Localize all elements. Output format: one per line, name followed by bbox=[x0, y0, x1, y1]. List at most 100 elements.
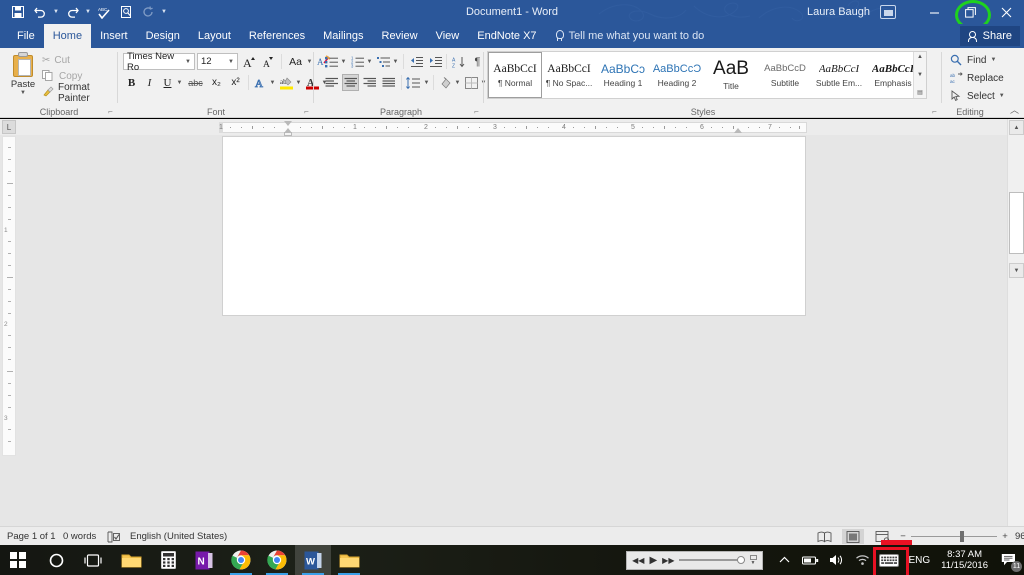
media-previous-icon[interactable]: ◀◀ bbox=[632, 556, 644, 565]
styles-gallery-scrollbar[interactable]: ▲ ▼ ▤ bbox=[913, 52, 926, 98]
underline-button[interactable]: U bbox=[159, 74, 176, 91]
styles-scroll-up-icon[interactable]: ▲ bbox=[917, 54, 923, 60]
right-indent-marker[interactable] bbox=[734, 128, 742, 133]
style-title[interactable]: AaB Title bbox=[704, 52, 758, 98]
media-play-icon[interactable]: ▶ bbox=[649, 555, 657, 566]
styles-gallery[interactable]: AaBbCcI ¶ Normal AaBbCcI ¶ No Spac... Aa… bbox=[487, 51, 927, 99]
change-case-dropdown-icon[interactable]: ▼ bbox=[306, 53, 313, 70]
styles-more-icon[interactable]: ▤ bbox=[917, 89, 923, 96]
battery-icon[interactable] bbox=[797, 545, 823, 575]
style-emphasis[interactable]: AaBbCcI Emphasis bbox=[866, 52, 920, 98]
media-control-widget[interactable]: ◀◀ ▶ ▶▶ ▼ bbox=[626, 550, 764, 570]
text-effects-button[interactable]: A bbox=[252, 74, 269, 91]
align-right-button[interactable] bbox=[361, 74, 378, 91]
multilevel-list-button[interactable] bbox=[375, 53, 392, 70]
share-button[interactable]: Share bbox=[959, 26, 1020, 46]
zoom-thumb[interactable] bbox=[960, 531, 964, 542]
shrink-font-button[interactable]: A bbox=[261, 53, 278, 70]
onenote-button[interactable]: N bbox=[186, 545, 222, 575]
text-highlight-color-button[interactable]: ab bbox=[278, 74, 295, 91]
tab-file[interactable]: File bbox=[8, 24, 44, 48]
vertical-ruler[interactable]: 1 2 3 bbox=[2, 136, 16, 456]
document-body-text[interactable] bbox=[223, 137, 805, 165]
style-no-spacing[interactable]: AaBbCcI ¶ No Spac... bbox=[542, 52, 596, 98]
align-center-button[interactable] bbox=[342, 74, 359, 91]
media-volume-track[interactable] bbox=[679, 556, 746, 564]
view-read-mode[interactable] bbox=[813, 529, 835, 544]
start-button[interactable] bbox=[0, 545, 36, 575]
change-case-button[interactable]: Aa bbox=[285, 53, 306, 70]
zoom-in-button[interactable]: + bbox=[997, 531, 1013, 542]
cortana-search-button[interactable] bbox=[38, 545, 74, 575]
show-hidden-icons-button[interactable] bbox=[771, 545, 797, 575]
underline-dropdown-icon[interactable]: ▼ bbox=[176, 74, 183, 91]
format-painter-button[interactable]: Format Painter bbox=[42, 82, 118, 104]
font-dialog-launcher[interactable]: ⌐ bbox=[302, 107, 311, 116]
language-indicator[interactable]: English (United States) bbox=[130, 527, 227, 546]
tab-review[interactable]: Review bbox=[373, 24, 427, 48]
tab-mailings[interactable]: Mailings bbox=[314, 24, 372, 48]
media-spinner-icon[interactable]: ▼ bbox=[750, 555, 758, 566]
touch-keyboard-icon[interactable] bbox=[873, 545, 910, 575]
volume-icon[interactable] bbox=[823, 545, 849, 575]
scroll-down-icon[interactable]: ▼ bbox=[1009, 263, 1024, 278]
tell-me-search[interactable]: Tell me what you want to do bbox=[546, 24, 713, 48]
view-print-layout[interactable] bbox=[842, 529, 864, 544]
style-heading-2[interactable]: AaBbCcƆ Heading 2 bbox=[650, 52, 704, 98]
subscript-button[interactable]: x₂ bbox=[208, 74, 225, 91]
media-next-icon[interactable]: ▶▶ bbox=[662, 556, 674, 565]
zoom-slider[interactable]: − + 96% bbox=[895, 527, 1024, 546]
tab-references[interactable]: References bbox=[240, 24, 314, 48]
italic-button[interactable]: I bbox=[141, 74, 158, 91]
grow-font-button[interactable]: A bbox=[242, 53, 259, 70]
vertical-scrollbar[interactable]: ▲ ▼ bbox=[1007, 119, 1024, 526]
text-highlight-dropdown-icon[interactable]: ▼ bbox=[295, 74, 302, 91]
user-name[interactable]: Laura Baugh bbox=[807, 6, 870, 18]
font-name-dropdown-icon[interactable]: ▼ bbox=[185, 59, 191, 65]
file-explorer-button[interactable] bbox=[113, 545, 149, 575]
tab-home[interactable]: Home bbox=[43, 24, 92, 48]
tab-endnote-x7[interactable]: EndNote X7 bbox=[468, 24, 545, 48]
bullets-button[interactable] bbox=[323, 53, 340, 70]
select-dropdown-icon[interactable]: ▼ bbox=[999, 93, 1005, 99]
first-line-indent-marker[interactable] bbox=[284, 121, 292, 126]
tab-view[interactable]: View bbox=[427, 24, 469, 48]
media-volume-thumb[interactable] bbox=[737, 556, 746, 564]
minimize-button[interactable] bbox=[916, 0, 952, 24]
font-size-dropdown-icon[interactable]: ▼ bbox=[228, 59, 234, 65]
action-center-button[interactable]: 11 bbox=[994, 545, 1024, 575]
paste-dropdown-icon[interactable]: ▼ bbox=[6, 90, 40, 96]
collapse-ribbon-button[interactable]: ︿ bbox=[1010, 103, 1019, 116]
zoom-level[interactable]: 96% bbox=[1015, 531, 1024, 542]
page-indicator[interactable]: Page 1 of 1 bbox=[7, 527, 56, 546]
clipboard-dialog-launcher[interactable]: ⌐ bbox=[106, 107, 115, 116]
styles-scroll-down-icon[interactable]: ▼ bbox=[917, 72, 923, 78]
scroll-up-icon[interactable]: ▲ bbox=[1009, 120, 1024, 135]
borders-button[interactable] bbox=[463, 74, 480, 91]
style-subtle-emphasis[interactable]: AaBbCcI Subtle Em... bbox=[812, 52, 866, 98]
google-chrome-button-2[interactable] bbox=[259, 545, 295, 575]
select-button[interactable]: Select ▼ bbox=[950, 88, 1005, 104]
file-explorer-button-2[interactable] bbox=[331, 545, 367, 575]
find-dropdown-icon[interactable]: ▼ bbox=[990, 57, 996, 63]
superscript-button[interactable]: x² bbox=[227, 74, 244, 91]
calculator-button[interactable] bbox=[150, 545, 186, 575]
proofing-status-icon[interactable] bbox=[107, 527, 120, 546]
zoom-track[interactable] bbox=[911, 531, 997, 542]
sort-button[interactable]: AZ bbox=[450, 53, 467, 70]
task-view-button[interactable] bbox=[75, 545, 111, 575]
clock[interactable]: 8:37 AM 11/15/2016 bbox=[935, 549, 994, 571]
tab-layout[interactable]: Layout bbox=[189, 24, 240, 48]
tab-stop-selector[interactable]: L bbox=[2, 120, 16, 134]
ribbon-display-options-icon[interactable] bbox=[880, 5, 896, 19]
shading-button[interactable] bbox=[437, 74, 454, 91]
numbering-button[interactable]: 123 bbox=[349, 53, 366, 70]
word-count[interactable]: 0 words bbox=[63, 527, 96, 546]
multilevel-list-dropdown-icon[interactable]: ▼ bbox=[392, 53, 399, 70]
style-heading-1[interactable]: AaBbCɔ Heading 1 bbox=[596, 52, 650, 98]
numbering-dropdown-icon[interactable]: ▼ bbox=[366, 53, 373, 70]
text-effects-dropdown-icon[interactable]: ▼ bbox=[269, 74, 276, 91]
increase-indent-button[interactable] bbox=[427, 53, 444, 70]
bold-button[interactable]: B bbox=[123, 74, 140, 91]
shading-dropdown-icon[interactable]: ▼ bbox=[454, 74, 461, 91]
